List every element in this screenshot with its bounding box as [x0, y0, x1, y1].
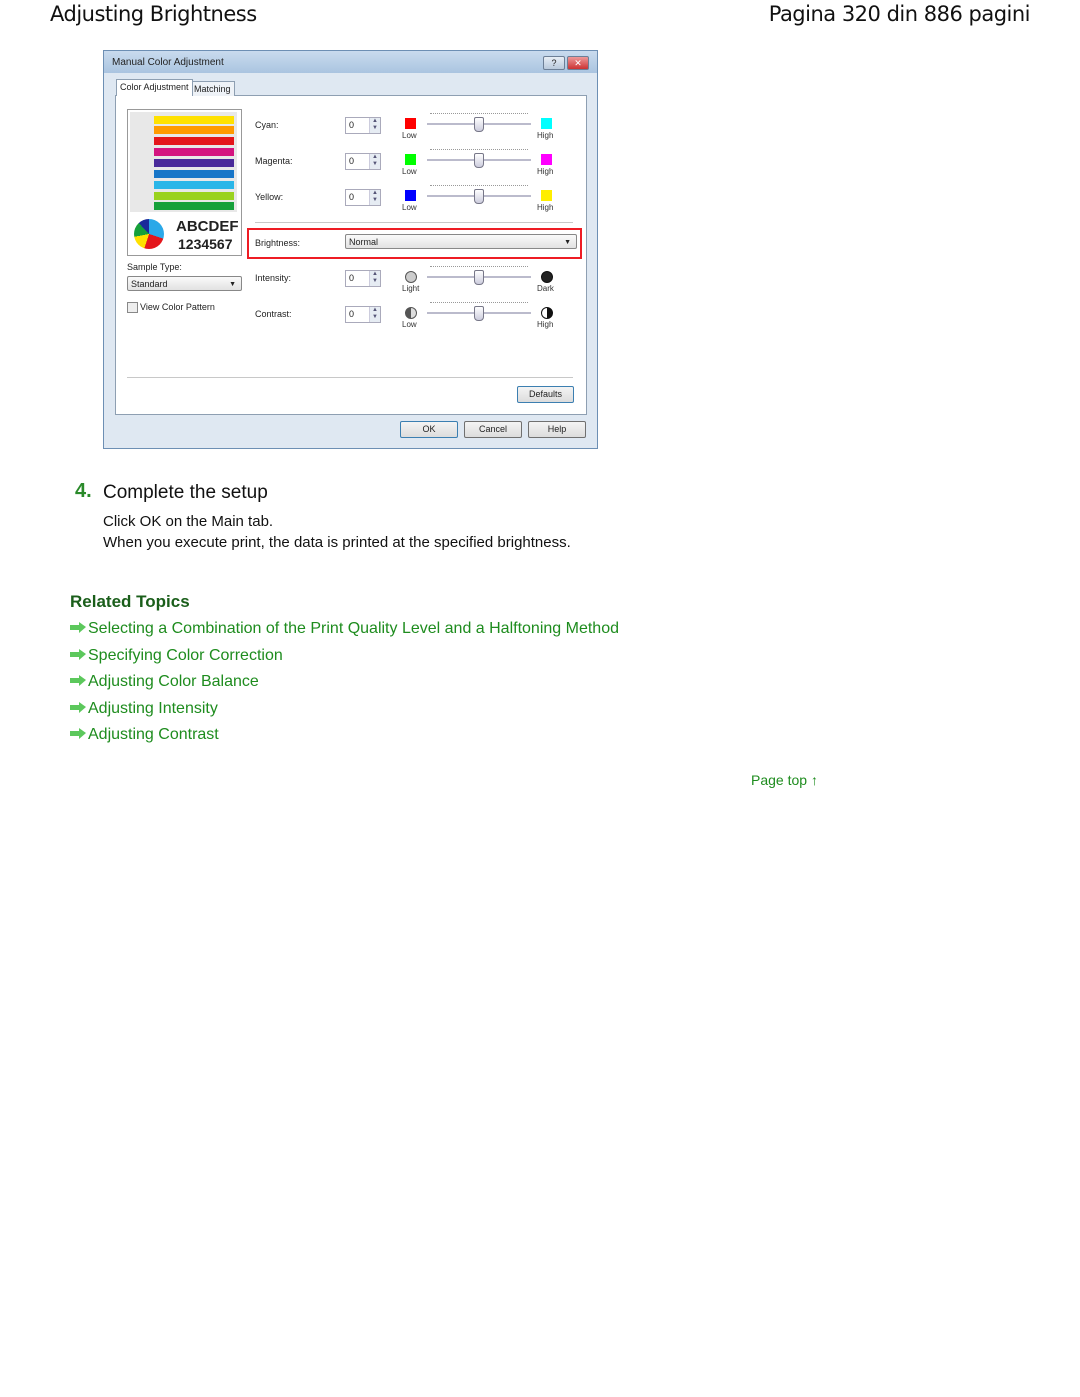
high-color-swatch — [541, 154, 552, 165]
low-label: Light — [402, 284, 420, 293]
light-icon — [405, 271, 417, 283]
contrast-spinner[interactable]: 0 ▲ ▼ — [345, 306, 381, 323]
arrow-right-icon — [70, 648, 86, 660]
related-link[interactable]: Adjusting Intensity — [70, 700, 218, 718]
page-info: Pagina 320 din 886 pagini — [768, 2, 1031, 26]
spinner-arrows-icon[interactable]: ▲ ▼ — [369, 190, 380, 205]
arrow-right-icon — [70, 728, 86, 739]
view-color-pattern-label: View Color Pattern — [140, 302, 215, 312]
cyan-spinner[interactable]: 0 ▲ ▼ — [345, 117, 381, 134]
low-color-swatch — [405, 154, 416, 165]
page-top-link[interactable]: Page top ↑ — [751, 772, 818, 788]
related-link[interactable]: Adjusting Color Balance — [70, 673, 259, 691]
divider — [255, 222, 573, 224]
help-icon[interactable]: ? — [543, 56, 565, 70]
color-wheel-icon — [134, 219, 164, 249]
yellow-label: Yellow: — [255, 192, 284, 202]
high-label: High — [537, 167, 554, 176]
step-number: 4. — [75, 480, 92, 502]
step-title: Complete the setup — [103, 482, 268, 503]
high-label: High — [537, 131, 554, 140]
spinner-arrows-icon[interactable]: ▲ ▼ — [369, 307, 380, 322]
related-link[interactable]: Specifying Color Correction — [70, 647, 283, 665]
dark-icon — [541, 271, 553, 283]
slider-thumb[interactable] — [474, 153, 484, 168]
magenta-label: Magenta: — [255, 156, 293, 166]
spinner-arrows-icon[interactable]: ▲ ▼ — [369, 154, 380, 169]
chevron-down-icon: ▼ — [229, 281, 236, 288]
high-label: High — [537, 320, 554, 329]
arrow-right-icon — [70, 701, 86, 713]
high-label: Dark — [537, 284, 554, 293]
step-text: When you execute print, the data is prin… — [103, 534, 571, 551]
dialog-title: Manual Color Adjustment — [112, 57, 224, 68]
sample-type-select[interactable]: Standard ▼ — [127, 276, 242, 291]
intensity-spinner[interactable]: 0 ▲ ▼ — [345, 270, 381, 287]
close-icon[interactable]: ✕ — [567, 56, 589, 70]
step-text: Click OK on the Main tab. — [103, 513, 274, 530]
brightness-select[interactable]: Normal ▼ — [345, 234, 577, 249]
high-color-swatch — [541, 190, 552, 201]
intensity-label: Intensity: — [255, 273, 292, 283]
related-topics-heading: Related Topics — [70, 592, 190, 611]
magenta-spinner[interactable]: 0 ▲ ▼ — [345, 153, 381, 170]
spinner-arrows-icon[interactable]: ▲ ▼ — [369, 271, 380, 286]
high-color-swatch — [541, 118, 552, 129]
brightness-label: Brightness: — [255, 238, 301, 248]
contrast-label: Contrast: — [255, 309, 292, 319]
related-link[interactable]: Selecting a Combination of the Print Qua… — [70, 620, 619, 638]
slider-thumb[interactable] — [474, 117, 484, 132]
slider-thumb[interactable] — [474, 306, 484, 321]
low-label: Low — [402, 320, 417, 329]
low-label: Low — [402, 131, 417, 140]
sample-type-label: Sample Type: — [127, 262, 182, 272]
low-color-swatch — [405, 190, 416, 201]
low-label: Low — [402, 203, 417, 212]
tab-color-adjustment[interactable]: Color Adjustment — [116, 79, 193, 96]
ok-button[interactable]: OK — [400, 421, 458, 438]
low-color-swatch — [405, 118, 416, 129]
low-contrast-icon — [405, 307, 417, 319]
arrow-right-icon — [70, 675, 86, 686]
tab-matching[interactable]: Matching — [190, 81, 235, 96]
yellow-spinner[interactable]: 0 ▲ ▼ — [345, 189, 381, 206]
defaults-button[interactable]: Defaults — [517, 386, 574, 403]
view-color-pattern-checkbox[interactable] — [127, 302, 138, 313]
cancel-button[interactable]: Cancel — [464, 421, 522, 438]
page-title: Adjusting Brightness — [50, 2, 257, 26]
slider-thumb[interactable] — [474, 270, 484, 285]
preview-image: ABCDEF 1234567 — [127, 109, 242, 256]
manual-color-adjustment-dialog: Manual Color Adjustment ? ✕ Color Adjust… — [103, 50, 598, 449]
spinner-arrows-icon[interactable]: ▲ ▼ — [369, 118, 380, 133]
help-button[interactable]: Help — [528, 421, 586, 438]
low-label: Low — [402, 167, 417, 176]
related-link[interactable]: Adjusting Contrast — [70, 726, 219, 744]
high-contrast-icon — [541, 307, 553, 319]
arrow-right-icon — [70, 622, 86, 633]
divider — [127, 377, 573, 379]
high-label: High — [537, 203, 554, 212]
chevron-down-icon: ▼ — [564, 239, 571, 246]
slider-thumb[interactable] — [474, 189, 484, 204]
cyan-label: Cyan: — [255, 120, 279, 130]
title-bar: Manual Color Adjustment ? ✕ — [104, 51, 597, 73]
